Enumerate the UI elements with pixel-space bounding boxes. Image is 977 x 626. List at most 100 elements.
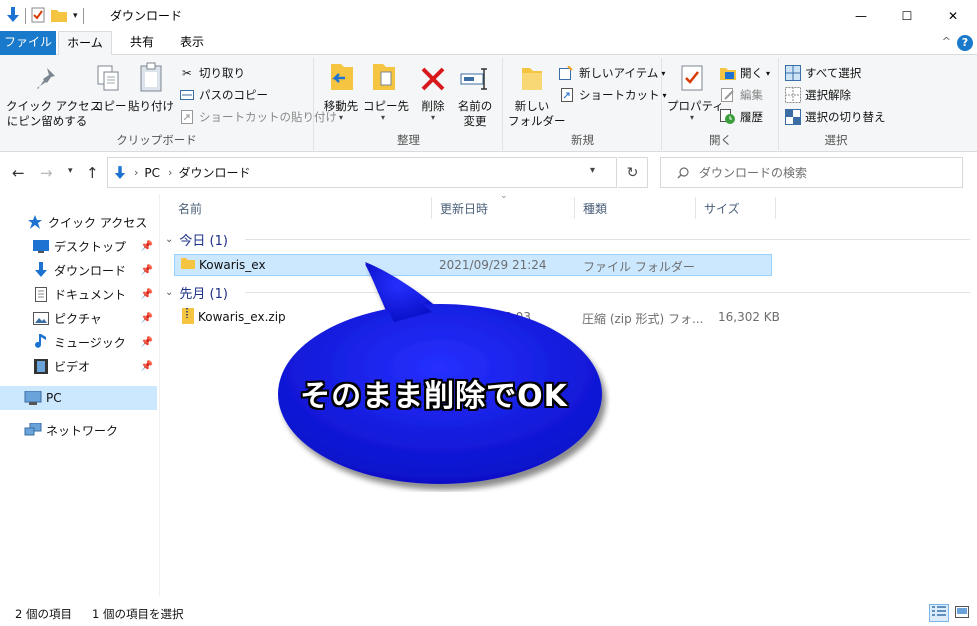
paste-button[interactable]: 貼り付け [128, 62, 174, 114]
recent-locations-icon[interactable]: ▾ [68, 166, 73, 176]
tab-view[interactable]: 表示 [168, 31, 216, 55]
new-folder-icon [520, 64, 544, 96]
address-bar[interactable]: › PC › ダウンロード [107, 157, 617, 188]
cut-button[interactable]: ✂ 切り取り [178, 63, 245, 83]
move-to-button[interactable]: 移動先 ▾ [321, 62, 361, 122]
new-item-icon [558, 65, 576, 81]
group-organize: 移動先 ▾ コピー先 ▾ 削除 ▾ 名前の 変更 整理 [315, 58, 503, 150]
group-open: プロパティ ▾ 開く ▾ 編集 履歴 開く [663, 58, 779, 150]
downloads-location-icon [114, 165, 126, 180]
ribbon-collapse-icon[interactable]: ^ [942, 35, 951, 48]
collapse-chevron-icon: ⌄ [165, 233, 174, 245]
nav-item-network[interactable]: ネットワーク [0, 418, 157, 442]
close-button[interactable]: ✕ [930, 0, 976, 31]
music-note-icon [32, 334, 50, 350]
properties-button[interactable]: プロパティ ▾ [667, 62, 724, 122]
invert-selection-button[interactable]: 選択の切り替え [784, 107, 886, 127]
new-item-button[interactable]: 新しいアイテム ▾ [558, 63, 665, 83]
nav-item-music[interactable]: ミュージック 📌 [0, 330, 157, 354]
pin-icon: 📌 [140, 264, 153, 276]
nav-item-pictures[interactable]: ピクチャ 📌 [0, 306, 157, 330]
group-header-last-month[interactable]: ⌄ 先月 (1) [165, 282, 970, 302]
pin-icon: 📌 [140, 288, 153, 300]
group-label-new: 新規 [571, 133, 594, 147]
qat-dropdown-icon[interactable]: ▾ [73, 11, 78, 21]
large-icons-view-icon [955, 605, 969, 621]
pin-quick-access-button[interactable]: クイック アクセス にピン留めする [6, 62, 101, 129]
nav-item-desktop[interactable]: デスクトップ 📌 [0, 234, 157, 258]
select-all-icon [784, 65, 802, 81]
edit-button[interactable]: 編集 [719, 85, 763, 105]
copy-path-button[interactable]: パスのコピー [178, 85, 268, 105]
rename-button[interactable]: 名前の 変更 [455, 62, 495, 129]
scissors-icon: ✂ [182, 66, 192, 80]
nav-item-pc[interactable]: PC [0, 386, 157, 410]
column-header-type[interactable]: 種類 [575, 197, 696, 219]
back-arrow-icon[interactable]: ← [12, 164, 25, 182]
refresh-button[interactable]: ↻ [618, 157, 648, 188]
history-button[interactable]: 履歴 [719, 107, 763, 127]
copy-button[interactable]: コピー [92, 62, 127, 114]
breadcrumb-chevron-icon: › [134, 166, 139, 179]
up-arrow-icon[interactable]: ↑ [86, 164, 99, 182]
minimize-button[interactable]: — [838, 0, 884, 31]
ribbon: クイック アクセス にピン留めする コピー 貼り付け ✂ 切り取り パスのコピー [0, 55, 977, 152]
open-button[interactable]: 開く ▾ [719, 63, 770, 83]
column-header-name[interactable]: 名前 [170, 197, 432, 219]
tab-home[interactable]: ホーム [58, 31, 112, 56]
pin-icon: 📌 [140, 312, 153, 324]
delete-button[interactable]: 削除 ▾ [415, 62, 451, 122]
nav-item-videos[interactable]: ビデオ 📌 [0, 354, 157, 378]
ribbon-tabs: ファイル ホーム 共有 表示 ^ ? [0, 31, 977, 56]
status-item-count: 2 個の項目 [15, 607, 72, 621]
help-icon[interactable]: ? [957, 35, 973, 51]
tab-file[interactable]: ファイル [0, 31, 56, 55]
forward-arrow-icon[interactable]: → [40, 164, 53, 182]
maximize-button[interactable]: ☐ [884, 0, 930, 31]
nav-item-downloads[interactable]: ダウンロード 📌 [0, 258, 157, 282]
select-none-button[interactable]: 選択解除 [784, 85, 851, 105]
computer-icon [24, 390, 42, 406]
new-folder-icon[interactable] [51, 8, 67, 25]
properties-check-icon[interactable] [31, 7, 45, 26]
group-label-select: 選択 [824, 133, 848, 147]
down-arrow-icon[interactable] [6, 6, 20, 26]
shortcut-button[interactable]: ショートカット ▾ [558, 85, 667, 105]
nav-quick-access[interactable]: クイック アクセス [0, 210, 157, 234]
tab-share[interactable]: 共有 [118, 31, 166, 55]
details-view-button[interactable] [929, 604, 949, 622]
pin-icon: 📌 [140, 240, 153, 252]
folder-icon [181, 257, 195, 272]
open-folder-icon [719, 65, 737, 81]
copy-to-button[interactable]: コピー先 ▾ [363, 62, 409, 122]
history-icon [719, 109, 737, 125]
desktop-icon [32, 238, 50, 254]
pin-icon: 📌 [140, 336, 153, 348]
paste-shortcut-button[interactable]: ショートカットの貼り付け [178, 107, 337, 127]
delete-x-icon [420, 66, 446, 96]
search-placeholder: ダウンロードの検索 [699, 166, 808, 180]
group-header-today[interactable]: ⌄ 今日 (1) [165, 229, 970, 249]
copy-icon [96, 64, 120, 96]
group-new: 新しい フォルダー 新しいアイテム ▾ ショートカット ▾ 新規 [504, 58, 667, 150]
zip-folder-icon [182, 308, 194, 327]
paste-shortcut-icon [178, 109, 196, 125]
copy-to-icon [369, 62, 397, 96]
details-view-icon [932, 605, 946, 621]
status-bar: 2 個の項目 1 個の項目を選択 [0, 598, 977, 626]
nav-item-documents[interactable]: ドキュメント 📌 [0, 282, 157, 306]
properties-icon [680, 64, 704, 96]
breadcrumb-pc[interactable]: PC [144, 166, 160, 180]
title-bar: ▾ ダウンロード — ☐ ✕ [0, 0, 977, 31]
collapse-chevron-icon: ⌄ [165, 286, 174, 298]
move-to-icon [327, 62, 355, 96]
address-dropdown-icon[interactable]: ▾ [590, 165, 595, 176]
video-icon [32, 358, 50, 374]
new-folder-button[interactable]: 新しい フォルダー [508, 62, 566, 129]
select-all-button[interactable]: すべて選択 [784, 63, 861, 83]
breadcrumb-downloads[interactable]: ダウンロード [178, 164, 250, 181]
large-icons-view-button[interactable] [952, 604, 972, 622]
status-selected-count: 1 個の項目を選択 [92, 607, 184, 621]
search-box[interactable]: ダウンロードの検索 [660, 157, 963, 188]
column-header-size[interactable]: サイズ [696, 197, 776, 219]
